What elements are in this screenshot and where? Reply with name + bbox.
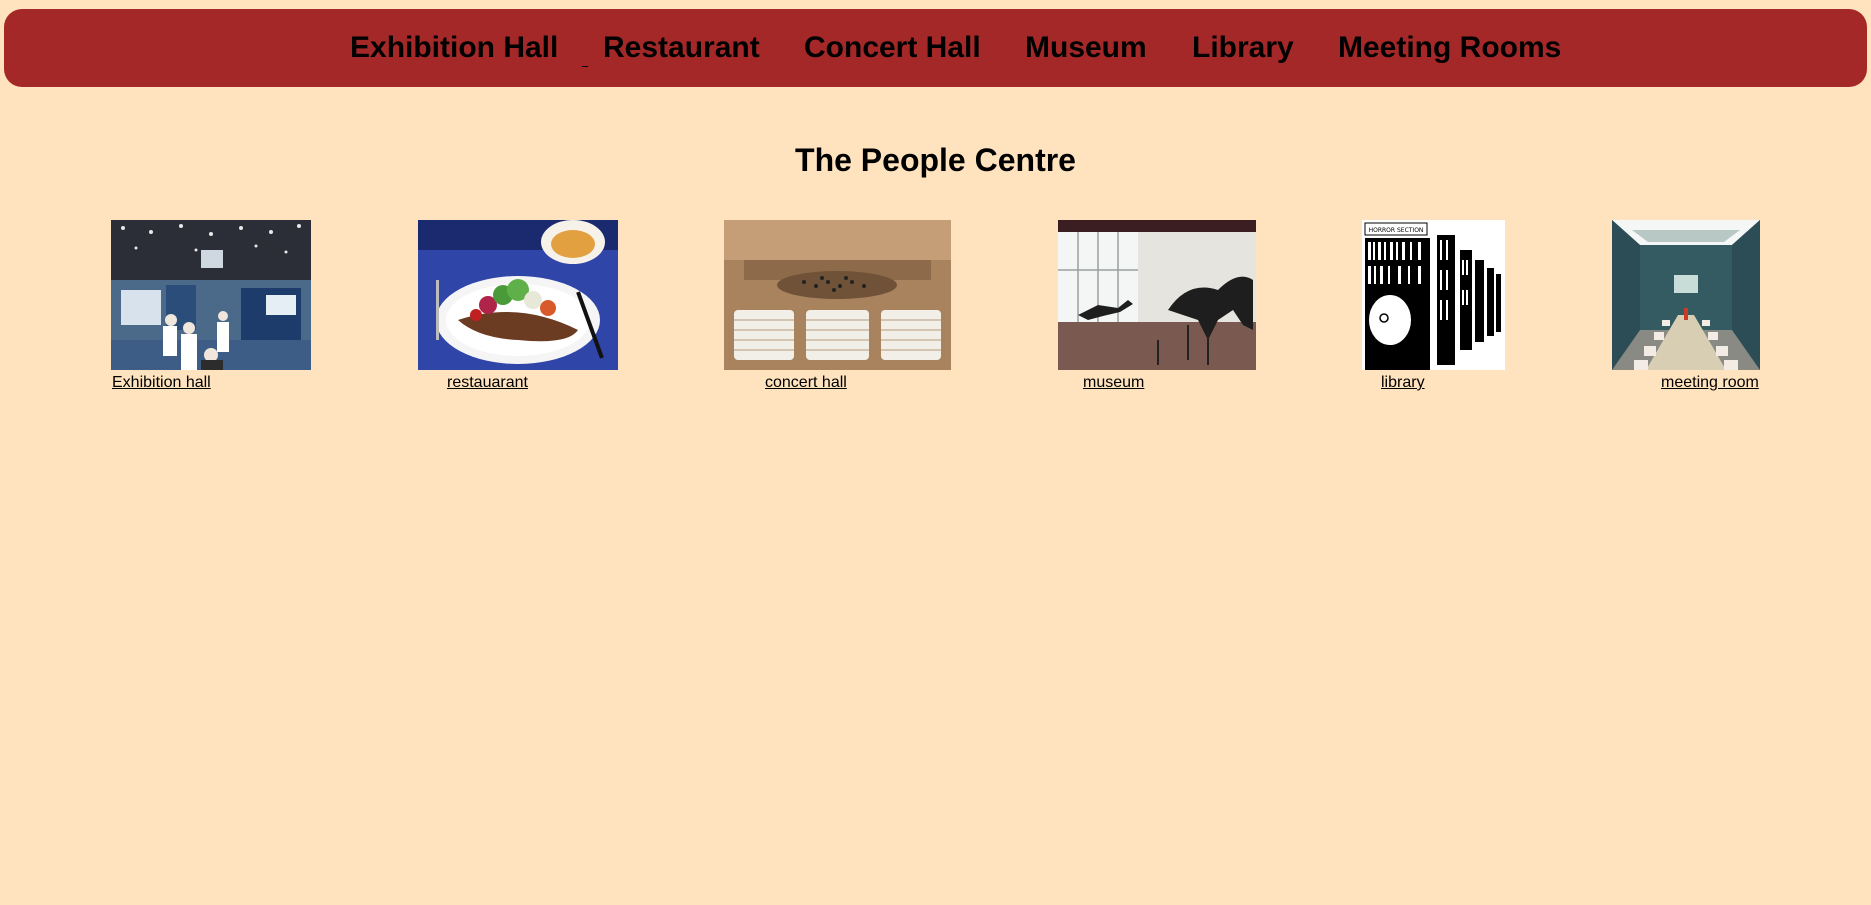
library-caption[interactable]: library <box>1381 373 1425 393</box>
concert-hall-caption[interactable]: concert hall <box>765 373 847 393</box>
nav-link-museum[interactable]: Museum <box>1025 9 1147 87</box>
exhibition-hall-caption[interactable]: Exhibition hall <box>112 373 211 393</box>
meeting-room-image[interactable] <box>1612 220 1760 370</box>
nav-link-library[interactable]: Library <box>1192 9 1294 87</box>
restaurant-image[interactable] <box>418 220 618 370</box>
main-navbar: Exhibition Hall Restaurant Concert Hall … <box>4 9 1867 87</box>
nav-separator <box>582 66 588 67</box>
nav-link-concert-hall[interactable]: Concert Hall <box>804 9 981 87</box>
library-image[interactable]: HORROR SECTION <box>1362 220 1505 370</box>
museum-caption[interactable]: museum <box>1083 373 1144 393</box>
concert-hall-image[interactable] <box>724 220 951 370</box>
nav-link-exhibition-hall[interactable]: Exhibition Hall <box>350 9 558 87</box>
restaurant-caption[interactable]: restauarant <box>447 373 528 393</box>
museum-image[interactable] <box>1058 220 1256 370</box>
page-title: The People Centre <box>795 142 1076 178</box>
svg-text:HORROR SECTION: HORROR SECTION <box>1369 227 1424 234</box>
nav-link-meeting-rooms[interactable]: Meeting Rooms <box>1338 9 1561 87</box>
nav-link-restaurant[interactable]: Restaurant <box>603 9 760 87</box>
exhibition-hall-image[interactable] <box>111 220 311 370</box>
meeting-room-caption[interactable]: meeting room <box>1661 373 1759 393</box>
